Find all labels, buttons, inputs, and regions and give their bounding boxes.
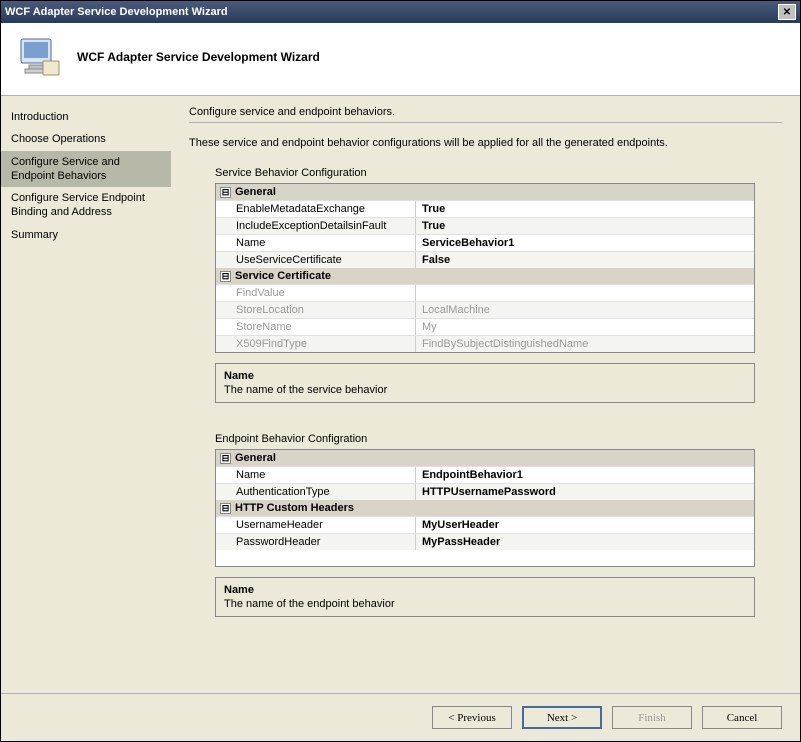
prop-name[interactable]: Name — [216, 235, 416, 251]
content-area: Introduction Choose Operations Configure… — [1, 96, 800, 693]
prop-name: X509FindType — [216, 336, 416, 352]
collapse-icon[interactable]: ⊟ — [220, 453, 231, 464]
titlebar-text: WCF Adapter Service Development Wizard — [5, 6, 778, 18]
service-behavior-label: Service Behavior Configuration — [215, 167, 782, 179]
close-icon: ✕ — [783, 7, 791, 18]
prop-name[interactable]: EnableMetadataExchange — [216, 201, 416, 217]
collapse-icon[interactable]: ⊟ — [220, 271, 231, 282]
prop-value[interactable]: HTTPUsernamePassword — [416, 484, 754, 500]
collapse-icon[interactable]: ⊟ — [220, 503, 231, 514]
prop-value: LocalMachine — [416, 302, 754, 318]
prop-name[interactable]: UseServiceCertificate — [216, 252, 416, 268]
desc-text: The name of the service behavior — [224, 384, 746, 396]
wizard-window: WCF Adapter Service Development Wizard ✕… — [0, 0, 801, 742]
service-description-box: Name The name of the service behavior — [215, 363, 755, 403]
section-description: Configure service and endpoint behaviors… — [189, 106, 782, 118]
sidebar-item-summary[interactable]: Summary — [1, 224, 171, 246]
prop-value[interactable]: True — [416, 218, 754, 234]
prop-value[interactable]: True — [416, 201, 754, 217]
sidebar-item-configure-binding[interactable]: Configure Service Endpoint Binding and A… — [1, 187, 171, 224]
prop-value[interactable]: MyUserHeader — [416, 517, 754, 533]
sidebar: Introduction Choose Operations Configure… — [1, 96, 171, 693]
desc-text: The name of the endpoint behavior — [224, 598, 746, 610]
prop-name: StoreName — [216, 319, 416, 335]
footer: < Previous Next > Finish Cancel — [1, 693, 800, 741]
header: WCF Adapter Service Development Wizard — [1, 23, 800, 96]
prop-value[interactable]: False — [416, 252, 754, 268]
main-panel: Configure service and endpoint behaviors… — [171, 96, 800, 693]
grid-spacer — [216, 550, 754, 566]
prop-value[interactable]: MyPassHeader — [416, 534, 754, 550]
desc-title: Name — [224, 584, 746, 596]
grid-section-general[interactable]: ⊟ General — [216, 184, 754, 200]
close-button[interactable]: ✕ — [778, 4, 796, 20]
titlebar: WCF Adapter Service Development Wizard ✕ — [1, 1, 800, 23]
previous-button[interactable]: < Previous — [432, 706, 512, 729]
prop-value: FindBySubjectDistinguishedName — [416, 336, 754, 352]
collapse-icon[interactable]: ⊟ — [220, 187, 231, 198]
prop-name: StoreLocation — [216, 302, 416, 318]
sidebar-item-configure-behaviors[interactable]: Configure Service and Endpoint Behaviors — [1, 151, 171, 188]
intro-text: These service and endpoint behavior conf… — [189, 137, 782, 149]
endpoint-behavior-grid[interactable]: ⊟ General NameEndpointBehavior1 Authenti… — [215, 449, 755, 567]
wizard-computer-icon — [15, 33, 63, 81]
sidebar-item-introduction[interactable]: Introduction — [1, 106, 171, 128]
next-button[interactable]: Next > — [522, 706, 602, 729]
desc-title: Name — [224, 370, 746, 382]
prop-value[interactable]: EndpointBehavior1 — [416, 467, 754, 483]
prop-value[interactable]: ServiceBehavior1 — [416, 235, 754, 251]
header-title: WCF Adapter Service Development Wizard — [77, 50, 320, 64]
prop-name[interactable]: Name — [216, 467, 416, 483]
prop-name[interactable]: UsernameHeader — [216, 517, 416, 533]
prop-value — [416, 285, 754, 301]
prop-name: FindValue — [216, 285, 416, 301]
endpoint-description-box: Name The name of the endpoint behavior — [215, 577, 755, 617]
grid-section-general[interactable]: ⊟ General — [216, 450, 754, 466]
prop-name[interactable]: PasswordHeader — [216, 534, 416, 550]
prop-value: My — [416, 319, 754, 335]
finish-button: Finish — [612, 706, 692, 729]
prop-name[interactable]: AuthenticationType — [216, 484, 416, 500]
prop-name[interactable]: IncludeExceptionDetailsinFault — [216, 218, 416, 234]
grid-section-http-headers[interactable]: ⊟ HTTP Custom Headers — [216, 500, 754, 516]
endpoint-behavior-label: Endpoint Behavior Configration — [215, 433, 782, 445]
service-behavior-grid[interactable]: ⊟ General EnableMetadataExchangeTrue Inc… — [215, 183, 755, 353]
sidebar-item-choose-operations[interactable]: Choose Operations — [1, 128, 171, 150]
cancel-button[interactable]: Cancel — [702, 706, 782, 729]
grid-section-service-certificate[interactable]: ⊟ Service Certificate — [216, 268, 754, 284]
divider — [189, 122, 782, 123]
